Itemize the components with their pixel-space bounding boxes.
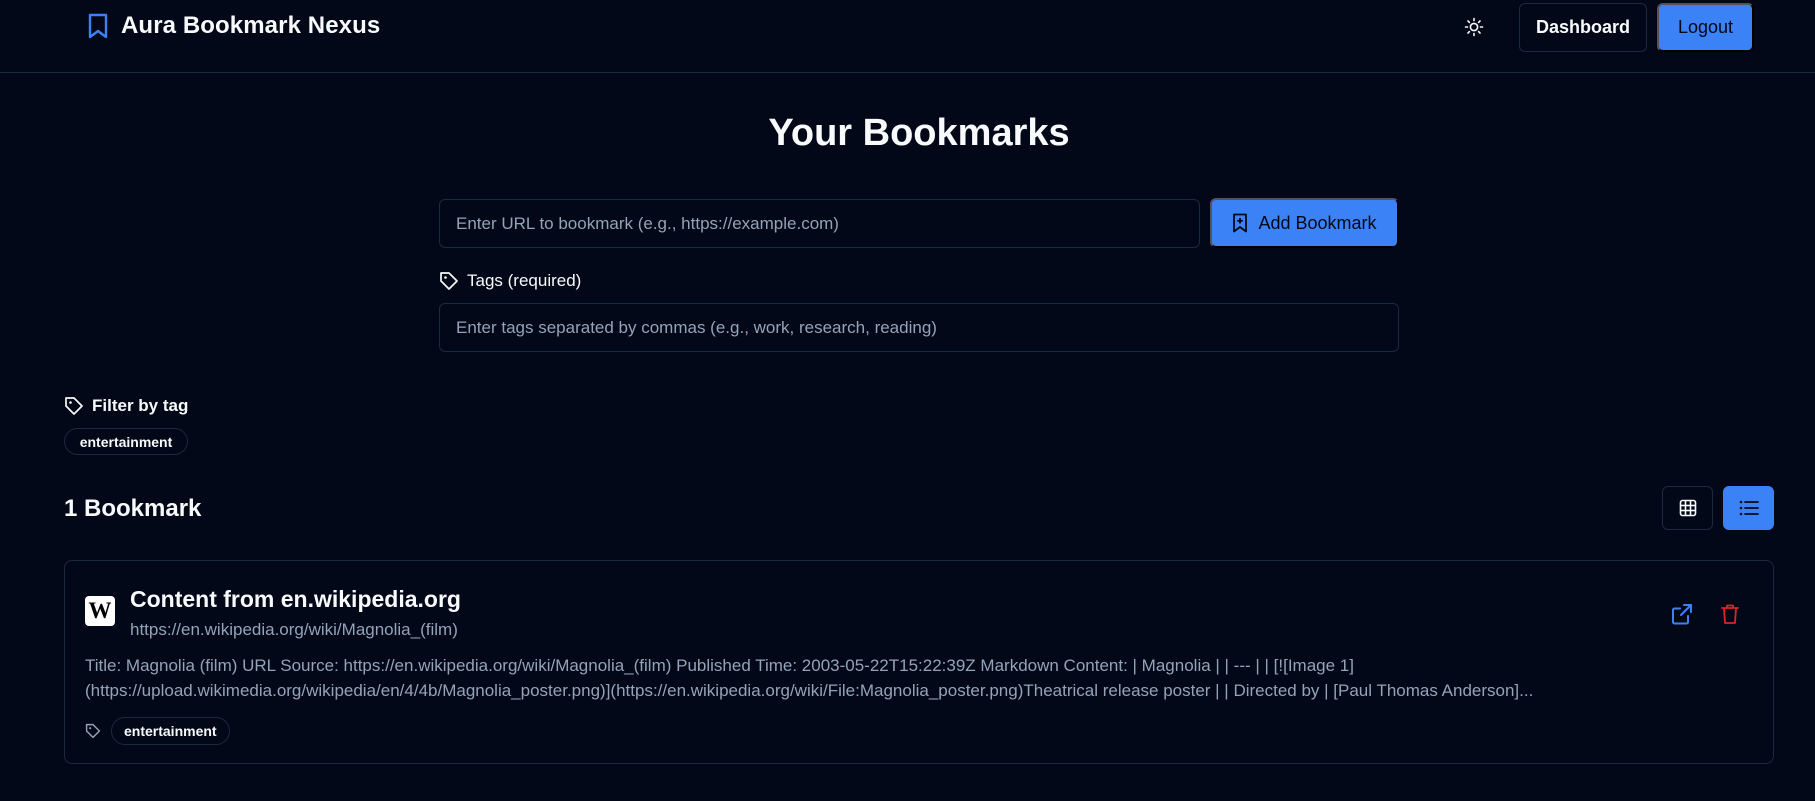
brand-title: Aura Bookmark Nexus bbox=[121, 12, 381, 39]
top-header: Aura Bookmark Nexus Dashboard Logout bbox=[0, 0, 1815, 73]
filter-label: Filter by tag bbox=[92, 396, 189, 415]
tags-label-row: Tags (required) bbox=[439, 271, 581, 291]
bookmark-icon bbox=[87, 13, 109, 39]
bookmark-card: W Content from en.wikipedia.org https://… bbox=[64, 560, 1774, 764]
bookmark-count: 1 Bookmark bbox=[64, 495, 202, 522]
logout-button[interactable]: Logout bbox=[1657, 3, 1754, 52]
bookmark-tag-chip[interactable]: entertainment bbox=[111, 717, 230, 745]
favicon: W bbox=[85, 596, 115, 626]
page-title: Your Bookmarks bbox=[768, 112, 1070, 154]
bookmark-tags: entertainment bbox=[85, 717, 230, 745]
brand[interactable]: Aura Bookmark Nexus bbox=[87, 12, 380, 40]
bookmark-description: Title: Magnolia (film) URL Source: https… bbox=[85, 656, 1534, 700]
tags-input[interactable] bbox=[439, 303, 1399, 352]
bookmark-title[interactable]: Content from en.wikipedia.org bbox=[130, 586, 461, 613]
bookmark-url: https://en.wikipedia.org/wiki/Magnolia_(… bbox=[130, 620, 458, 639]
add-bookmark-button[interactable]: Add Bookmark bbox=[1210, 198, 1399, 248]
tag-icon bbox=[85, 723, 101, 739]
filter-tag-chip[interactable]: entertainment bbox=[64, 428, 188, 455]
dashboard-button[interactable]: Dashboard bbox=[1519, 3, 1647, 52]
tags-label: Tags (required) bbox=[467, 271, 582, 290]
trash-icon[interactable] bbox=[1715, 599, 1745, 629]
external-link-icon[interactable] bbox=[1667, 599, 1697, 629]
filter-label-row: Filter by tag bbox=[64, 396, 188, 416]
add-bookmark-label: Add Bookmark bbox=[1258, 212, 1377, 233]
bookmark-plus-icon bbox=[1232, 213, 1248, 233]
tag-icon bbox=[439, 271, 459, 291]
url-input[interactable] bbox=[439, 199, 1200, 248]
grid-icon bbox=[1679, 499, 1697, 517]
list-icon bbox=[1739, 500, 1759, 516]
tag-icon bbox=[64, 396, 84, 416]
list-view-button[interactable] bbox=[1723, 486, 1774, 530]
grid-view-button[interactable] bbox=[1662, 486, 1713, 530]
sun-icon[interactable] bbox=[1460, 12, 1488, 42]
